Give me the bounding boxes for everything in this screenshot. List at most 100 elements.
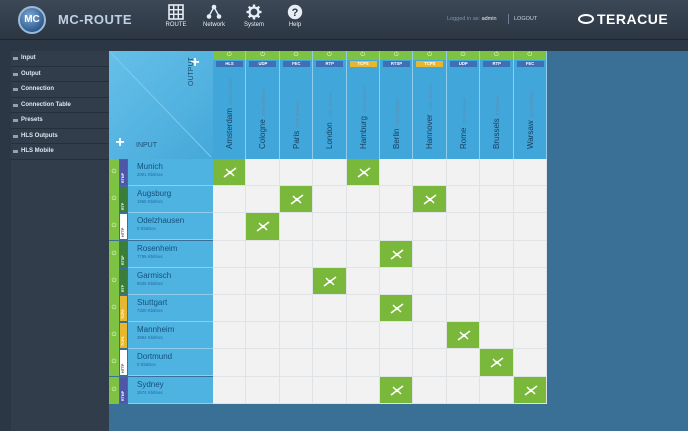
matrix-cell[interactable] [480,159,514,187]
power-icon[interactable]: ⏻ [109,376,119,404]
matrix-cell[interactable] [513,349,547,377]
matrix-cell[interactable] [279,240,314,268]
power-icon[interactable]: ⏻ [109,213,119,241]
matrix-cell-connected[interactable] [346,159,380,187]
matrix-cell-connected[interactable] [513,376,547,404]
matrix-cell[interactable] [480,186,514,214]
matrix-cell[interactable] [446,159,481,187]
matrix-cell-connected[interactable] [213,159,247,187]
matrix-cell[interactable] [380,349,414,377]
power-icon[interactable]: ⏻ [109,349,119,377]
power-icon[interactable]: ⏻ [279,51,313,60]
matrix-cell[interactable] [313,322,347,350]
matrix-cell[interactable] [380,159,414,187]
input-row[interactable]: ⏻ RTP Garmisch 9036 Kbit/sec [109,267,213,295]
input-row[interactable]: ⏻ TCPS Stuttgart 7320 Kbit/sec [109,295,213,322]
matrix-cell[interactable] [246,186,280,214]
sidebar-item-presets[interactable]: Presets [11,113,109,129]
output-column-header[interactable]: ⏻ RTP Brussels 0 Kbit/sec [480,51,514,159]
matrix-cell[interactable] [279,376,314,404]
power-icon[interactable]: ⏻ [109,186,119,214]
matrix-cell[interactable] [380,267,414,295]
matrix-cell[interactable] [213,267,247,295]
matrix-cell[interactable] [313,213,347,241]
output-column-header[interactable]: ⏻ FEC Paris 9525 Kbit/sec [279,51,314,159]
matrix-cell[interactable] [346,376,380,404]
output-column-header[interactable]: ⏻ UDP Rome 3700 Kbit/sec [446,51,481,159]
sidebar-item-hls-outputs[interactable]: HLS Outputs [11,129,109,144]
power-icon[interactable]: ⏻ [109,267,119,295]
sidebar-item-connection[interactable]: Connection [11,82,109,98]
sidebar-item-output[interactable]: Output [11,67,109,82]
matrix-cell[interactable] [513,295,547,323]
matrix-cell[interactable] [313,240,347,268]
output-column-header[interactable]: ⏻ RTP London 1795 Kbit/sec [313,51,347,159]
matrix-cell[interactable] [213,349,247,377]
matrix-cell[interactable] [380,186,414,214]
power-icon[interactable]: ⏻ [446,51,480,60]
matrix-cell[interactable] [313,159,347,187]
matrix-cell[interactable] [513,213,547,241]
matrix-cell[interactable] [279,349,314,377]
matrix-cell[interactable] [246,376,280,404]
matrix-cell[interactable] [213,186,247,214]
matrix-cell-connected[interactable] [446,322,481,350]
input-row[interactable]: ⏻ RTMP Munich 2001 Kbit/sec [109,159,213,186]
matrix-cell[interactable] [513,267,547,295]
matrix-cell-connected[interactable] [279,186,314,214]
matrix-cell[interactable] [413,295,447,323]
output-column-header[interactable]: ⏻ TCPS Hamburg 2067 Kbit/sec [346,51,380,159]
matrix-cell[interactable] [279,213,314,241]
matrix-cell[interactable] [513,159,547,187]
matrix-cell[interactable] [480,295,514,323]
output-column-header[interactable]: ⏻ HLS Amsterdam 2000 Kbit/sec [213,51,247,159]
matrix-cell[interactable] [446,240,481,268]
matrix-cell[interactable] [513,322,547,350]
matrix-cell[interactable] [346,240,380,268]
matrix-cell[interactable] [380,322,414,350]
matrix-cell-connected[interactable] [380,376,414,404]
matrix-cell[interactable] [213,213,247,241]
output-column-header[interactable]: ⏻ TCPS Hannover 7220 Kbit/sec [413,51,447,159]
input-row[interactable]: ⏻ RTMP Sydney 2574 Kbit/sec [109,376,213,404]
output-column-header[interactable]: ⏻ FEC Warsaw 5420 Kbit/sec [513,51,547,159]
matrix-cell[interactable] [279,322,314,350]
nav-network[interactable]: Network [194,4,234,38]
matrix-cell[interactable] [446,376,481,404]
matrix-cell[interactable] [346,213,380,241]
nav-route[interactable]: ROUTE [156,4,196,38]
matrix-cell[interactable] [313,376,347,404]
input-row[interactable]: ⏻ HTTP Dortmund 0 Kbit/sec [109,349,213,377]
matrix-cell[interactable] [413,267,447,295]
power-icon[interactable]: ⏻ [413,51,446,60]
matrix-cell[interactable] [413,159,447,187]
matrix-cell[interactable] [246,349,280,377]
matrix-cell[interactable] [213,240,247,268]
matrix-cell[interactable] [513,186,547,214]
matrix-cell[interactable] [246,240,280,268]
input-row[interactable]: ⏻ RTP Augsburg 1960 Kbit/sec [109,186,213,214]
matrix-cell[interactable] [346,186,380,214]
power-icon[interactable]: ⏻ [213,51,246,60]
matrix-cell-connected[interactable] [413,186,447,214]
input-row[interactable]: ⏻ RTSP Rosenheim 7795 Kbit/sec [109,240,213,268]
matrix-cell[interactable] [413,322,447,350]
input-row[interactable]: ⏻ TCPS Mannheim 3994 Kbit/sec [109,322,213,350]
matrix-cell[interactable] [513,240,547,268]
matrix-cell[interactable] [213,295,247,323]
power-icon[interactable]: ⏻ [109,159,119,186]
matrix-cell[interactable] [313,349,347,377]
matrix-cell[interactable] [413,240,447,268]
matrix-cell[interactable] [346,322,380,350]
matrix-cell[interactable] [480,322,514,350]
matrix-cell[interactable] [446,349,481,377]
power-icon[interactable]: ⏻ [246,51,279,60]
nav-help[interactable]: ? Help [275,4,315,38]
matrix-cell[interactable] [246,159,280,187]
power-icon[interactable]: ⏻ [513,51,546,60]
matrix-cell[interactable] [380,213,414,241]
matrix-cell[interactable] [246,322,280,350]
matrix-cell[interactable] [446,267,481,295]
matrix-cell[interactable] [213,322,247,350]
matrix-cell[interactable] [213,376,247,404]
